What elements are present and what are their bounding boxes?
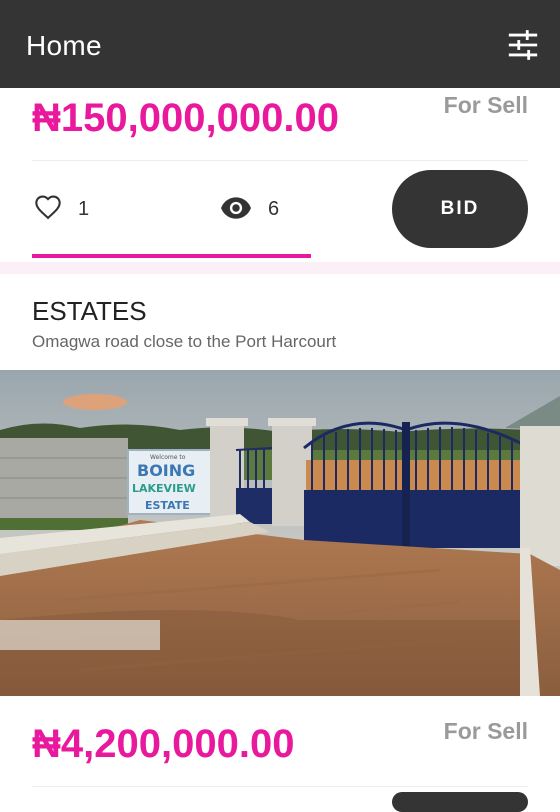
svg-text:BOING: BOING [137,461,195,480]
svg-text:ESTATE: ESTATE [145,499,190,512]
property-photo[interactable]: Welcome to BOING LAKEVIEW ESTATE [0,370,560,696]
svg-text:Welcome to: Welcome to [150,454,186,461]
view-count: 6 [268,198,280,220]
listing-address: Omagwa road close to the Port Harcourt [32,332,337,351]
bid-button[interactable] [392,792,528,812]
listing-title: ESTATES [32,296,147,326]
divider [32,160,528,161]
heart-icon[interactable] [34,194,62,222]
eye-icon [221,197,251,219]
app-bar: Home [0,0,560,88]
status-badge: For Sell [443,718,528,744]
divider [32,786,528,787]
bid-button[interactable]: BID [392,170,528,248]
svg-text:LAKEVIEW: LAKEVIEW [132,482,196,495]
like-count: 1 [78,198,90,220]
listing-price: ₦150,000,000.00 [32,96,339,140]
tab-indicator [32,254,311,258]
status-badge: For Sell [443,92,528,118]
card-separator [0,262,560,274]
filter-icon[interactable] [506,28,540,62]
page-title: Home [26,30,102,61]
listing-price: ₦4,200,000.00 [32,722,295,766]
